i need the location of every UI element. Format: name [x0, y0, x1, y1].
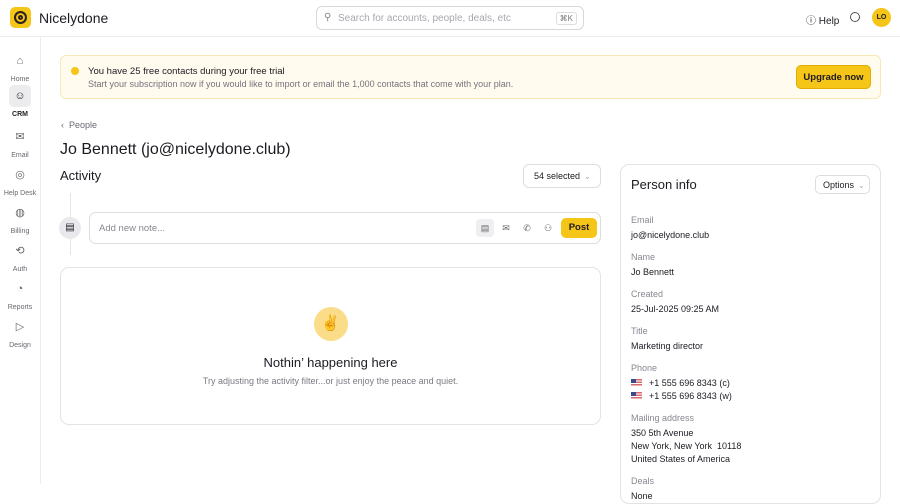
search-icon: ⚲: [324, 12, 332, 23]
deals-value: None: [631, 491, 653, 501]
person-info-card: Person info Options ⌄ Email jo@nicelydone…: [620, 164, 881, 504]
search-input[interactable]: ⚲ Search for accounts, people, deals, etc…: [316, 6, 584, 30]
upgrade-button[interactable]: Upgrade now: [796, 65, 871, 89]
auth-icon: ⟲: [15, 245, 25, 257]
banner-title: You have 25 free contacts during your fr…: [88, 66, 285, 77]
options-dropdown[interactable]: Options ⌄: [815, 175, 870, 194]
banner-text: Start your subscription now if you would…: [88, 79, 514, 89]
name-label: Name: [631, 252, 656, 262]
crm-icon: ☺: [9, 85, 31, 107]
chevron-left-icon: ‹: [61, 120, 64, 130]
sidebar-item-billing[interactable]: ◍ Billing: [0, 202, 40, 235]
created-label: Created: [631, 289, 664, 299]
address-line: United States of America: [631, 454, 731, 464]
home-icon: ⌂: [16, 55, 24, 67]
billing-icon: ◍: [15, 207, 25, 219]
sidebar-item-label: Help Desk: [3, 190, 37, 197]
sidebar-item-reports[interactable]: ◔ Reports: [0, 278, 40, 311]
sidebar-item-label: Billing: [10, 228, 30, 235]
help-icon: ⓘ: [806, 16, 816, 27]
options-label: Options: [823, 180, 855, 190]
chevron-down-icon: ⌄: [858, 181, 865, 190]
phone-value[interactable]: +1 555 696 8343 (c): [649, 378, 730, 388]
sidebar-item-label: Design: [9, 342, 31, 349]
address-line: New York, New York 10118: [631, 441, 742, 451]
sidebar: ⌂ Home ☺ CRM ✉ Email ◎ Help Desk ◍ Billing ⟲ A…: [0, 37, 41, 484]
avatar[interactable]: LO: [872, 8, 891, 27]
sidebar-item-auth[interactable]: ⟲ Auth: [0, 240, 40, 273]
activity-heading: Activity: [60, 168, 102, 183]
sidebar-item-home[interactable]: ⌂ Home: [0, 50, 40, 83]
sidebar-item-crm[interactable]: ☺ CRM: [0, 85, 40, 118]
help-desk-icon: ◎: [15, 169, 25, 181]
phone-value[interactable]: +1 555 696 8343 (w): [649, 391, 732, 401]
top-bar: Nicelydone ⚲ Search for accounts, people,…: [0, 0, 900, 37]
email-icon: ✉: [15, 131, 25, 143]
shortcut-badge: ⌘K: [555, 12, 577, 25]
breadcrumb-people: People: [69, 120, 98, 130]
reports-icon: ◔: [16, 283, 24, 295]
help-button[interactable]: ⓘ Help: [806, 12, 839, 27]
note-placeholder: Add new note...: [99, 223, 166, 234]
name-value: Jo Bennett: [631, 267, 675, 277]
sidebar-item-label: CRM: [12, 111, 28, 118]
note-type-icon[interactable]: ▤: [476, 219, 494, 237]
sidebar-item-label: Auth: [12, 266, 28, 273]
title-value: Marketing director: [631, 341, 704, 351]
email-label: Email: [631, 215, 654, 225]
help-label: Help: [818, 16, 840, 27]
search-placeholder: Search for accounts, people, deals, etc: [338, 13, 511, 24]
note-icon: ▤: [59, 217, 81, 239]
peace-hand-icon: ✌: [313, 307, 348, 341]
email-type-icon[interactable]: ✉: [497, 219, 515, 237]
note-input[interactable]: Add new note... ▤ ✉ ✆ ⚇ Post: [89, 212, 601, 244]
sidebar-item-email[interactable]: ✉ Email: [0, 126, 40, 159]
empty-text: Try adjusting the activity filter...or j…: [202, 376, 459, 386]
sidebar-item-label: Reports: [7, 304, 33, 311]
created-value: 25-Jul-2025 09:25 AM: [631, 304, 720, 314]
design-icon: ▷: [15, 321, 25, 333]
address-line: 350 5th Avenue: [631, 428, 694, 438]
empty-state: ✌ Nothin’ happening here Try adjusting t…: [60, 267, 601, 425]
address-label: Mailing address: [631, 413, 695, 423]
chat-icon[interactable]: [850, 12, 860, 22]
deals-label: Deals: [631, 476, 655, 486]
trial-banner: You have 25 free contacts during your fr…: [60, 55, 881, 99]
app-name: Nicelydone: [39, 10, 109, 26]
activity-filter-dropdown[interactable]: 54 selected ⌄: [523, 164, 601, 188]
us-flag-icon: [631, 392, 642, 400]
sidebar-item-label: Home: [10, 76, 30, 83]
sidebar-item-design[interactable]: ▷ Design: [0, 316, 40, 349]
info-dot-icon: [71, 67, 79, 75]
phone-type-icon[interactable]: ✆: [518, 219, 536, 237]
phone-label: Phone: [631, 363, 658, 373]
post-button[interactable]: Post: [561, 218, 597, 238]
page-title: Jo Bennett (jo@nicelydone.club): [60, 141, 291, 158]
sidebar-item-help-desk[interactable]: ◎ Help Desk: [0, 164, 40, 197]
empty-title: Nothin’ happening here: [263, 355, 398, 370]
title-label: Title: [631, 326, 648, 336]
chevron-down-icon: ⌄: [584, 172, 591, 181]
sidebar-item-label: Email: [11, 152, 29, 159]
logo-icon[interactable]: [10, 7, 31, 28]
breadcrumb[interactable]: ‹ People: [61, 120, 97, 130]
meeting-type-icon[interactable]: ⚇: [539, 219, 557, 237]
filter-label: 54 selected: [534, 171, 581, 181]
email-value[interactable]: jo@nicelydone.club: [631, 229, 741, 242]
person-info-heading: Person info: [631, 177, 697, 192]
us-flag-icon: [631, 379, 642, 387]
